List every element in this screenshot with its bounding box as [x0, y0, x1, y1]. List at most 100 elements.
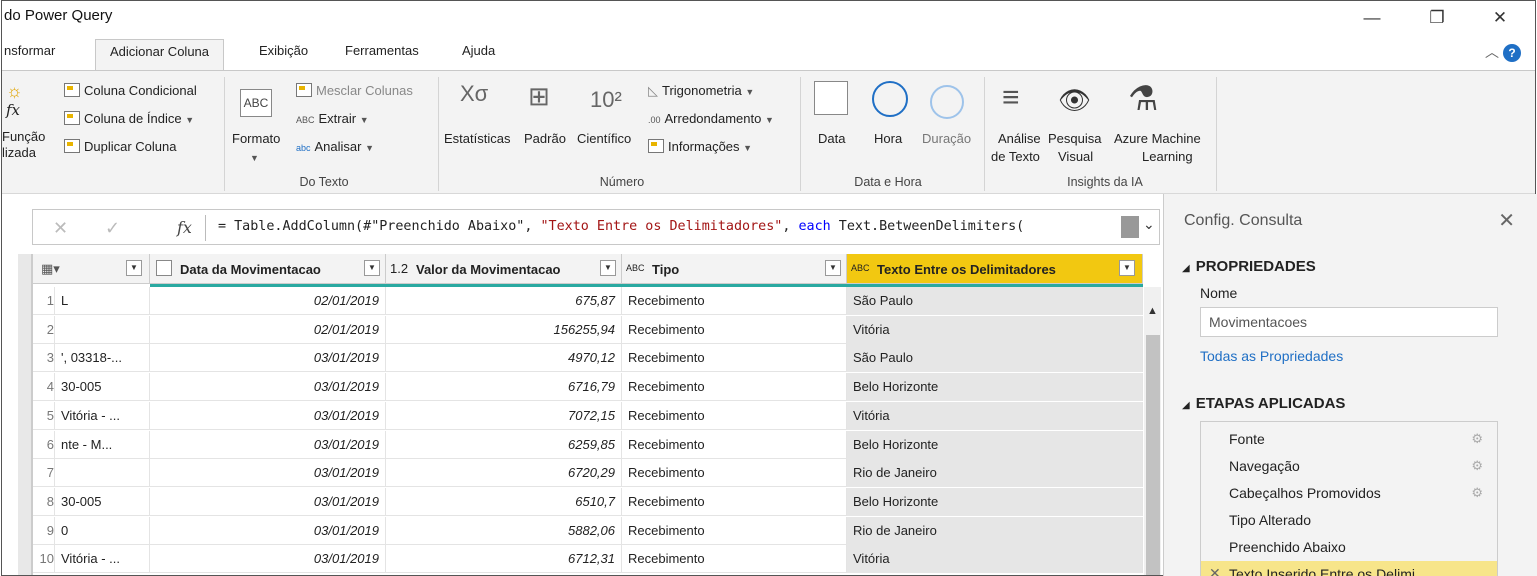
cell-texto[interactable]: Rio de Janeiro	[847, 459, 1143, 488]
cell-data[interactable]: 03/01/2019	[150, 459, 386, 488]
cell-texto[interactable]: Vitória	[847, 401, 1143, 430]
scrollbar-thumb[interactable]	[1146, 335, 1160, 575]
cell-texto[interactable]: São Paulo	[847, 287, 1143, 315]
row-number[interactable]: 4	[33, 373, 55, 402]
fx-icon[interactable]: fx	[177, 218, 192, 237]
cell-tipo[interactable]: Recebimento	[622, 344, 847, 373]
applied-step-active[interactable]: ✕ Texto Inserido Entre os Delimi...	[1201, 561, 1497, 576]
custom-function-icon[interactable]: ☼	[6, 81, 23, 102]
expand-formula-button[interactable]: ⌄	[1113, 210, 1159, 244]
cell-texto[interactable]: Belo Horizonte	[847, 430, 1143, 459]
column-filter-dropdown[interactable]: ▼	[600, 260, 616, 276]
gear-icon[interactable]: ⚙	[1471, 431, 1483, 447]
confirm-formula-icon[interactable]: ✓	[105, 218, 120, 239]
cientifico-button[interactable]: Científico	[577, 131, 631, 146]
column-header-data[interactable]: Data da Movimentacao ▼	[150, 254, 386, 284]
cell-truncated-column[interactable]: Vitória - ...	[55, 401, 150, 430]
cell-tipo[interactable]: Recebimento	[622, 373, 847, 402]
column-header-tipo[interactable]: ABC Tipo ▼	[622, 254, 847, 284]
row-number[interactable]: 3	[33, 344, 55, 373]
cell-truncated-column[interactable]: 30-005	[55, 487, 150, 516]
analisar-button[interactable]: abc Analisar ▼	[296, 139, 374, 154]
funcao-label[interactable]: Função	[2, 129, 45, 144]
cell-data[interactable]: 03/01/2019	[150, 487, 386, 516]
row-number[interactable]: 6	[33, 430, 55, 459]
table-menu-header[interactable]: ▦▾ ▼	[33, 254, 150, 284]
tab-adicionar-coluna[interactable]: Adicionar Coluna	[95, 39, 225, 71]
cell-valor[interactable]: 6510,7	[386, 487, 622, 516]
column-filter-dropdown[interactable]: ▼	[126, 260, 142, 276]
cell-tipo[interactable]: Recebimento	[622, 430, 847, 459]
trigonometria-button[interactable]: ◺ Trigonometria ▼	[648, 83, 754, 99]
close-button[interactable]: ✕	[1485, 7, 1515, 29]
queries-collapsed-strip[interactable]	[18, 254, 32, 575]
coluna-condicional-button[interactable]: Coluna Condicional	[64, 83, 197, 98]
extrair-button[interactable]: ABC Extrair ▼	[296, 111, 369, 126]
cell-truncated-column[interactable]	[55, 315, 150, 344]
restore-button[interactable]: ❐	[1422, 7, 1452, 29]
table-row[interactable]: 2 02/01/2019 156255,94 Recebimento Vitória	[33, 315, 1143, 344]
cell-data[interactable]: 03/01/2019	[150, 344, 386, 373]
cell-data[interactable]: 03/01/2019	[150, 516, 386, 545]
cell-texto[interactable]: Belo Horizonte	[847, 487, 1143, 516]
formato-button[interactable]: Formato	[232, 131, 280, 146]
date-type-icon[interactable]	[156, 260, 172, 276]
cell-data[interactable]: 03/01/2019	[150, 545, 386, 574]
cell-texto[interactable]: Belo Horizonte	[847, 373, 1143, 402]
todas-propriedades-link[interactable]: Todas as Propriedades	[1200, 348, 1343, 364]
analise-texto-button[interactable]: Análise	[998, 131, 1041, 146]
pesquisa-visual-button[interactable]: Pesquisa	[1048, 131, 1101, 146]
cell-tipo[interactable]: Recebimento	[622, 287, 847, 315]
table-row[interactable]: 3 ', 03318-... 03/01/2019 4970,12 Recebiment…	[33, 344, 1143, 373]
text-type-icon[interactable]: ABC	[626, 263, 645, 273]
padrao-button[interactable]: Padrão	[524, 131, 566, 146]
informacoes-button[interactable]: Informações ▼	[648, 139, 752, 154]
cell-truncated-column[interactable]: Vitória - ...	[55, 545, 150, 574]
decimal-type-icon[interactable]: 1.2	[390, 261, 408, 276]
column-filter-dropdown[interactable]: ▼	[364, 260, 380, 276]
table-row[interactable]: 8 30-005 03/01/2019 6510,7 Recebimento Belo H…	[33, 487, 1143, 516]
propriedades-section[interactable]: ◢ PROPRIEDADES	[1182, 258, 1316, 275]
cell-valor[interactable]: 5882,06	[386, 516, 622, 545]
column-header-texto[interactable]: ABC Texto Entre os Delimitadores ▼	[847, 254, 1143, 284]
cell-valor[interactable]: 6712,31	[386, 545, 622, 574]
column-header-valor[interactable]: 1.2 Valor da Movimentacao ▼	[386, 254, 622, 284]
cell-tipo[interactable]: Recebimento	[622, 487, 847, 516]
gear-icon[interactable]: ⚙	[1471, 485, 1483, 501]
cell-valor[interactable]: 156255,94	[386, 315, 622, 344]
table-row[interactable]: 6 nte - M... 03/01/2019 6259,85 Recebimento B…	[33, 430, 1143, 459]
cell-tipo[interactable]: Recebimento	[622, 459, 847, 488]
cell-valor[interactable]: 4970,12	[386, 344, 622, 373]
cell-valor[interactable]: 6716,79	[386, 373, 622, 402]
cell-tipo[interactable]: Recebimento	[622, 315, 847, 344]
cell-texto[interactable]: Rio de Janeiro	[847, 516, 1143, 545]
etapas-section[interactable]: ◢ ETAPAS APLICADAS	[1182, 395, 1345, 412]
row-number[interactable]: 5	[33, 401, 55, 430]
applied-step[interactable]: Navegação ⚙	[1201, 453, 1497, 481]
table-row[interactable]: 4 30-005 03/01/2019 6716,79 Recebimento Belo …	[33, 373, 1143, 402]
tab-transformar[interactable]: nsformar	[4, 43, 55, 58]
row-number[interactable]: 7	[33, 459, 55, 488]
cell-data[interactable]: 03/01/2019	[150, 401, 386, 430]
delete-step-icon[interactable]: ✕	[1209, 565, 1221, 576]
mesclar-colunas-button[interactable]: Mesclar Colunas	[296, 83, 413, 98]
azure-ml-button[interactable]: Azure Machine	[1114, 131, 1201, 146]
cell-data[interactable]: 03/01/2019	[150, 373, 386, 402]
cell-truncated-column[interactable]: 0	[55, 516, 150, 545]
applied-step[interactable]: Tipo Alterado	[1201, 507, 1497, 535]
vertical-scrollbar[interactable]: ▲	[1144, 287, 1161, 575]
duplicar-coluna-button[interactable]: Duplicar Coluna	[64, 139, 177, 154]
table-row[interactable]: 9 0 03/01/2019 5882,06 Recebimento Rio de Jan…	[33, 516, 1143, 545]
cell-texto[interactable]: Vitória	[847, 315, 1143, 344]
applied-step[interactable]: Preenchido Abaixo	[1201, 534, 1497, 562]
cell-tipo[interactable]: Recebimento	[622, 401, 847, 430]
coluna-indice-button[interactable]: Coluna de Índice ▼	[64, 111, 194, 126]
tab-ferramentas[interactable]: Ferramentas	[345, 43, 419, 58]
cell-valor[interactable]: 675,87	[386, 287, 622, 315]
cell-tipo[interactable]: Recebimento	[622, 516, 847, 545]
tab-exibicao[interactable]: Exibição	[259, 43, 308, 58]
column-filter-dropdown[interactable]: ▼	[825, 260, 841, 276]
duracao-button[interactable]: Duração	[922, 131, 971, 146]
arredondamento-button[interactable]: .00 Arredondamento ▼	[648, 111, 774, 126]
cell-truncated-column[interactable]: ', 03318-...	[55, 344, 150, 373]
